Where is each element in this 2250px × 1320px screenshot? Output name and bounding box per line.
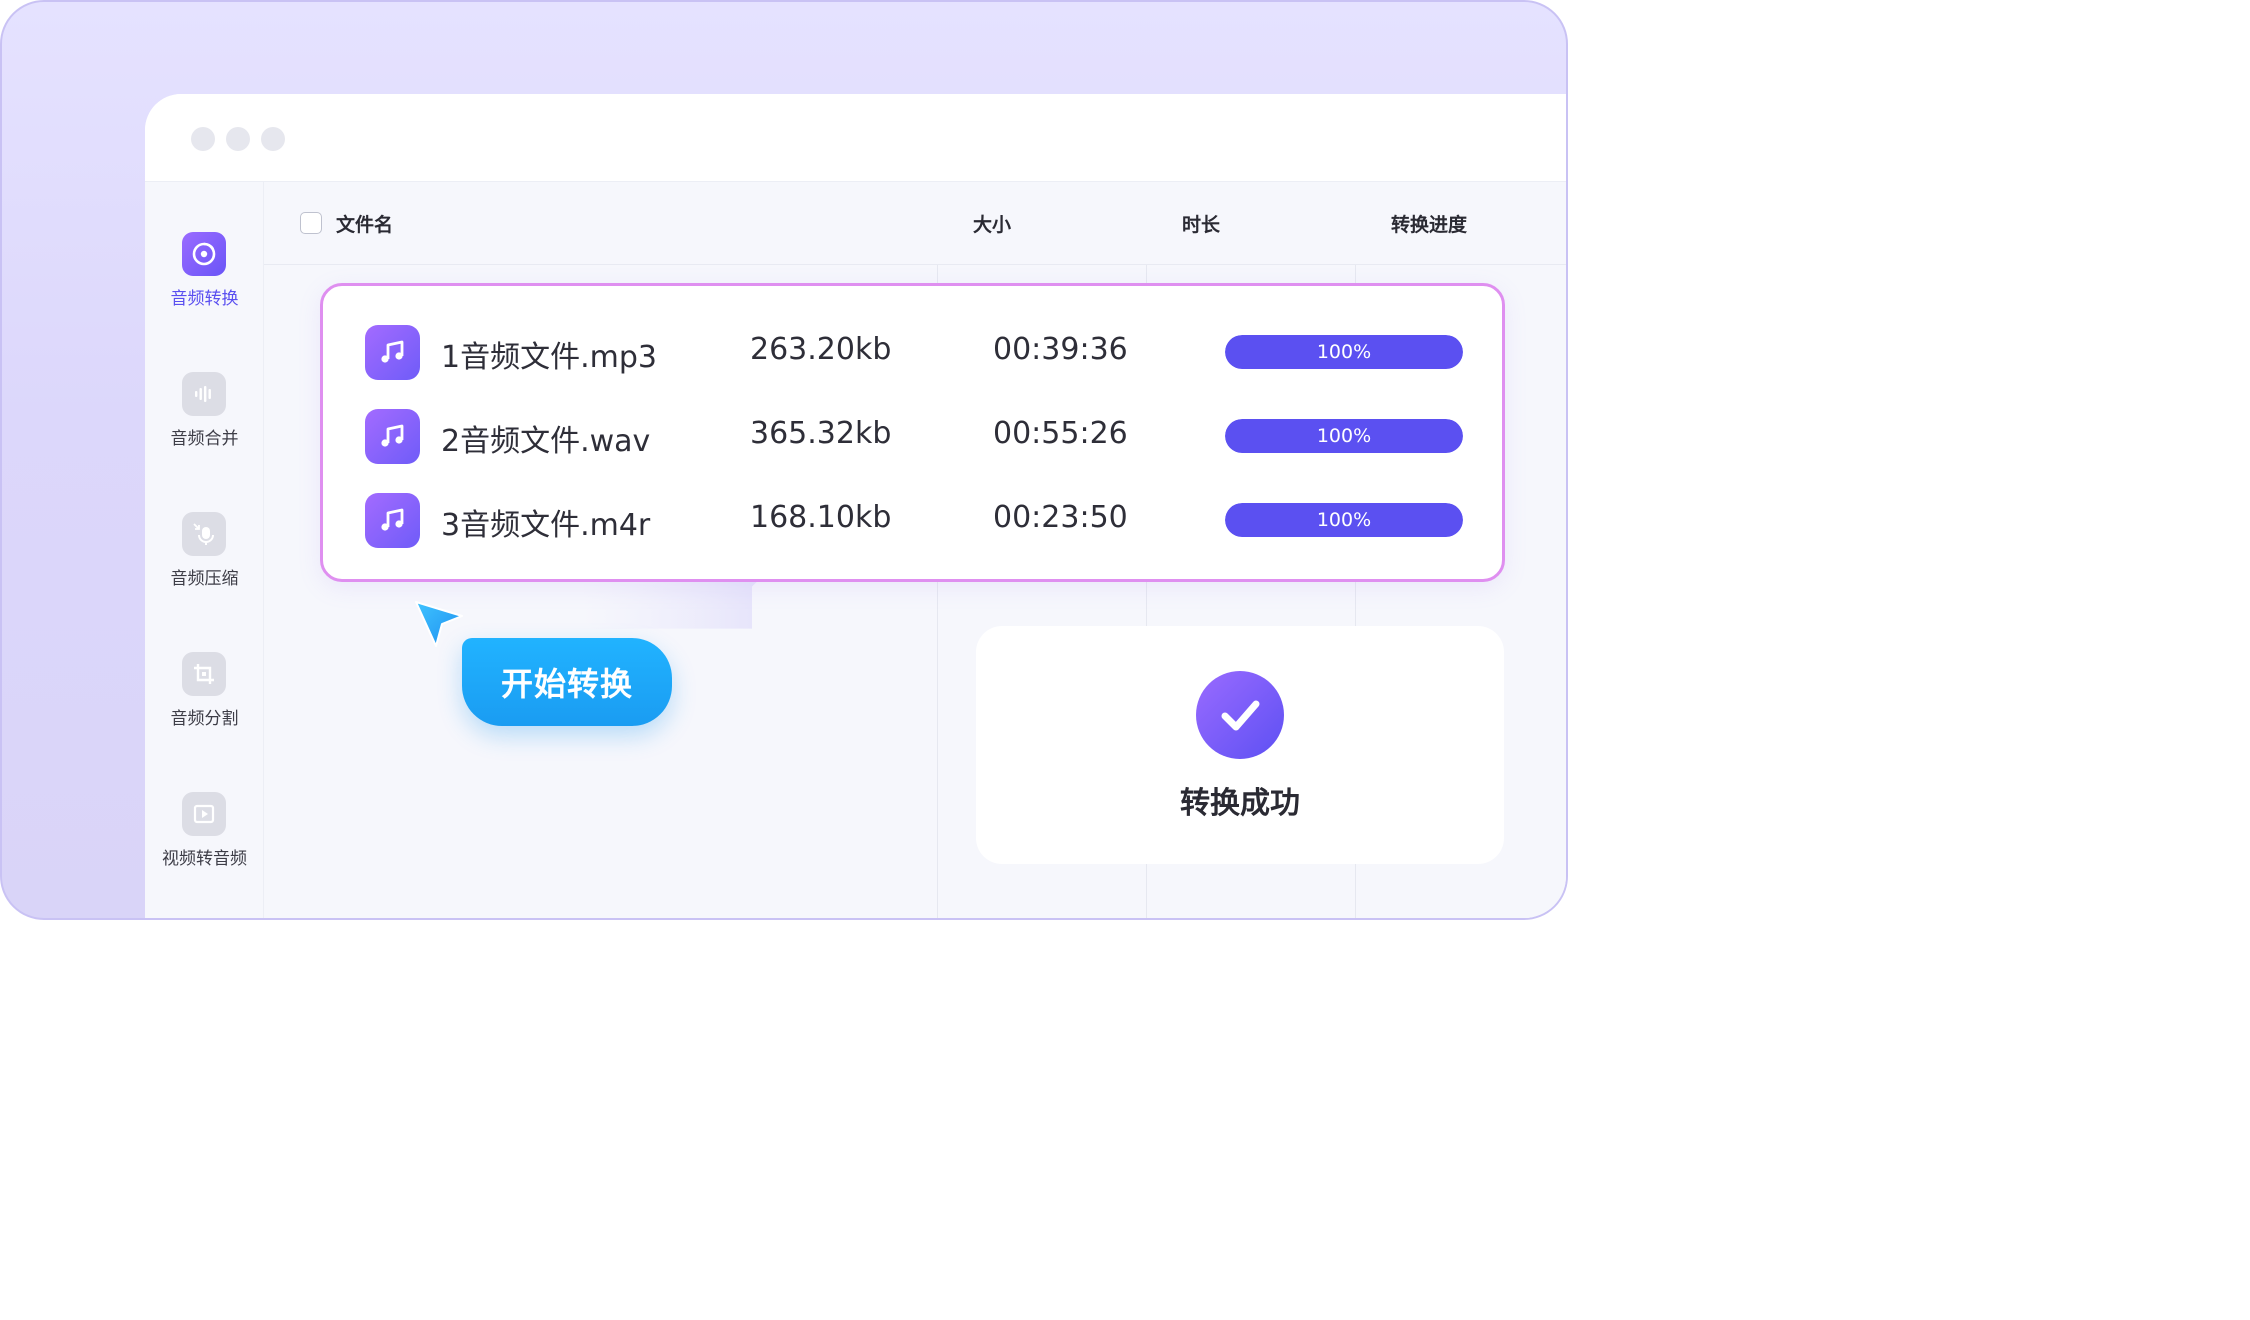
file-duration: 00:23:50 [993, 500, 1128, 535]
table-row[interactable]: 1音频文件.mp3 263.20kb 00:39:36 100% [323, 320, 1502, 380]
disc-icon [182, 232, 226, 276]
check-circle-icon [1196, 671, 1284, 759]
title-bar [145, 94, 1566, 182]
sidebar-item-audio-compress[interactable]: 音频压缩 [145, 512, 264, 602]
progress-label: 100% [1316, 509, 1372, 531]
header-progress[interactable]: 转换进度 [1391, 210, 1467, 237]
sidebar-item-video-to-audio[interactable]: 视频转音频 [145, 792, 264, 882]
sidebar-item-audio-split[interactable]: 音频分割 [145, 652, 264, 742]
sidebar-item-label: 音频压缩 [170, 569, 239, 589]
waveform-icon [182, 372, 226, 416]
sidebar-item-label: 视频转音频 [162, 849, 247, 869]
header-size[interactable]: 大小 [973, 210, 1011, 237]
sidebar-item-label: 音频转换 [170, 289, 239, 309]
progress-bar: 100% [1225, 335, 1463, 369]
microphone-compress-icon [182, 512, 226, 556]
music-note-icon [365, 493, 420, 548]
table-row[interactable]: 3音频文件.m4r 168.10kb 00:23:50 100% [323, 488, 1502, 548]
file-duration: 00:39:36 [993, 332, 1128, 367]
start-convert-button[interactable]: 开始转换 [462, 638, 672, 726]
sidebar-item-label: 音频分割 [170, 709, 239, 729]
music-note-icon [365, 409, 420, 464]
progress-label: 100% [1316, 341, 1372, 363]
header-duration[interactable]: 时长 [1182, 210, 1220, 237]
file-size: 263.20kb [750, 332, 892, 367]
file-name: 3音频文件.m4r [441, 508, 651, 543]
progress-bar: 100% [1225, 419, 1463, 453]
file-name: 2音频文件.wav [441, 424, 651, 459]
window-dot[interactable] [226, 127, 250, 151]
file-size: 168.10kb [750, 500, 892, 535]
success-message: 转换成功 [1180, 786, 1300, 821]
window-dot[interactable] [261, 127, 285, 151]
app-frame: 音频转换 音频合并 音频压缩 音频分割 视频转音频 文件名 大小 时长 转换进度… [0, 0, 1568, 920]
sidebar: 音频转换 音频合并 音频压缩 音频分割 视频转音频 [145, 182, 264, 918]
pointer-cursor-icon [415, 601, 463, 647]
sidebar-item-label: 音频合并 [170, 429, 239, 449]
window-dot[interactable] [191, 127, 215, 151]
file-list-panel: 1音频文件.mp3 263.20kb 00:39:36 100% 2音频文件.w… [320, 283, 1505, 582]
music-note-icon [365, 325, 420, 380]
sidebar-item-audio-merge[interactable]: 音频合并 [145, 372, 264, 462]
file-name: 1音频文件.mp3 [441, 340, 657, 375]
crop-icon [182, 652, 226, 696]
header-file-name[interactable]: 文件名 [336, 210, 393, 237]
file-size: 365.32kb [750, 416, 892, 451]
sidebar-item-audio-convert[interactable]: 音频转换 [145, 232, 264, 322]
progress-bar: 100% [1225, 503, 1463, 537]
progress-label: 100% [1316, 425, 1372, 447]
select-all-checkbox[interactable] [300, 212, 322, 234]
table-row[interactable]: 2音频文件.wav 365.32kb 00:55:26 100% [323, 404, 1502, 464]
video-play-icon [182, 792, 226, 836]
file-duration: 00:55:26 [993, 416, 1128, 451]
table-header: 文件名 大小 时长 转换进度 [264, 182, 1566, 265]
success-card: 转换成功 [976, 626, 1504, 864]
